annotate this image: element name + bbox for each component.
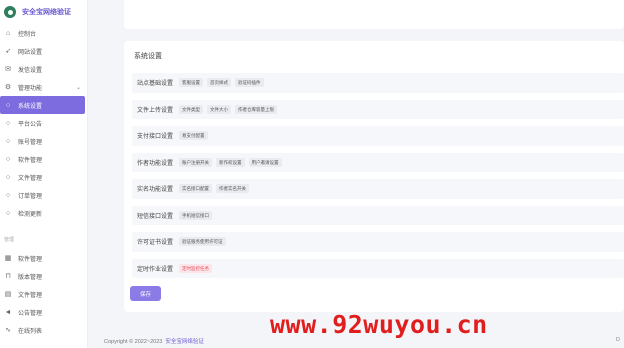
footer-copyright: Copyright © 2022~2023 bbox=[104, 339, 163, 345]
sidebar-item-label: 管理功能 bbox=[18, 85, 43, 92]
sidebar-item-software-manage[interactable]: ▦ 软件管理 bbox=[0, 249, 87, 267]
tag-button[interactable]: 首页样式 bbox=[207, 78, 232, 88]
sidebar-item-management[interactable]: ⚙ 管理功能 ⌄ bbox=[0, 78, 87, 96]
header-card bbox=[124, 0, 624, 29]
brand-name: 安全宝网络验证 bbox=[22, 9, 71, 16]
sidebar-subitem-accounts[interactable]: ○ 账号管理 bbox=[0, 132, 87, 150]
sidebar-item-label: 账号管理 bbox=[18, 139, 43, 146]
mail-icon: ✉ bbox=[5, 66, 11, 73]
circle-icon: ○ bbox=[5, 209, 11, 217]
watermark: www.92wuyou.cn bbox=[270, 310, 488, 339]
file-icon: ▤ bbox=[4, 291, 12, 298]
sidebar-group-label: 管理 bbox=[4, 237, 15, 243]
tag-button-danger[interactable]: 定时监控任务 bbox=[179, 263, 213, 273]
sidebar-subitem-files[interactable]: ○ 文件管理 bbox=[0, 168, 87, 186]
footer-link[interactable]: 安全宝网络验证 bbox=[165, 339, 204, 345]
tag-button[interactable]: 新作权设置 bbox=[216, 157, 245, 167]
row-title: 作者功能设置 bbox=[137, 160, 174, 167]
row-title: 许可证书设置 bbox=[137, 240, 174, 247]
settings-row-realname: 实名功能设置 实名接口配置 作者实名开关 bbox=[132, 179, 624, 199]
circle-icon: ○ bbox=[5, 137, 11, 145]
chevron-down-icon: ⌄ bbox=[75, 84, 81, 91]
row-title: 定时作业设置 bbox=[137, 266, 174, 273]
sidebar-item-label: 文件管理 bbox=[18, 175, 43, 182]
sidebar-item-file-manage[interactable]: ▤ 文件管理 bbox=[0, 285, 87, 303]
sidebar-subitem-announcements[interactable]: ○ 平台公告 bbox=[0, 114, 87, 132]
row-title: 短信接口设置 bbox=[137, 213, 174, 220]
sidebar-item-label: 版本管理 bbox=[18, 274, 43, 281]
settings-row-upload: 文件上传设置 文件类型 文件大小 作者仓库容量上限 bbox=[132, 99, 624, 119]
row-title: 实名功能设置 bbox=[137, 187, 174, 194]
sidebar-item-label: 公告管理 bbox=[18, 310, 43, 317]
tag-button[interactable]: 手机短信接口 bbox=[179, 210, 213, 220]
shield-logo-icon bbox=[4, 6, 16, 18]
sidebar-item-label: 软件管理 bbox=[18, 157, 43, 164]
tag-button[interactable]: 作者实名开关 bbox=[216, 184, 250, 194]
tag-button[interactable]: 作者仓库容量上限 bbox=[235, 104, 278, 114]
circle-icon: ○ bbox=[5, 119, 11, 127]
row-title: 文件上传设置 bbox=[137, 107, 174, 114]
sidebar-item-label: 文件管理 bbox=[18, 292, 43, 299]
circle-icon: ○ bbox=[5, 173, 11, 181]
sidebar-item-notice-manage[interactable]: ◄ 公告管理 bbox=[0, 303, 87, 321]
sidebar-item-label: 系统设置 bbox=[18, 103, 43, 110]
tag-button[interactable]: 用户邀请设置 bbox=[248, 157, 282, 167]
save-button[interactable]: 保存 bbox=[130, 286, 161, 301]
page-title: 系统设置 bbox=[134, 53, 162, 60]
settings-list: 站点基础设置 客服设置 首页样式 验证码插件 文件上传设置 文件类型 文件大小 … bbox=[132, 73, 624, 285]
sidebar-item-online-list[interactable]: ∿ 在线列表 bbox=[0, 321, 87, 339]
brand[interactable]: 安全宝网络验证 bbox=[0, 0, 87, 24]
tag-button[interactable]: 验证服务使用许可证 bbox=[179, 237, 226, 247]
grid-icon: ▦ bbox=[4, 255, 12, 262]
circle-icon: ○ bbox=[5, 191, 11, 199]
sidebar-item-mail-settings[interactable]: ✉ 发信设置 bbox=[0, 60, 87, 78]
sidebar-item-label: 发信设置 bbox=[18, 67, 43, 74]
footer-right: D bbox=[616, 337, 620, 343]
home-icon: ⌂ bbox=[5, 29, 11, 37]
tag-button[interactable]: 实名接口配置 bbox=[179, 184, 213, 194]
sidebar-item-label: 检测更新 bbox=[18, 211, 43, 218]
sidebar: 安全宝网络验证 ⌂ 控制台 ➶ 网站设置 ✉ 发信设置 ⚙ 管理功能 ⌄ ○ 系… bbox=[0, 0, 88, 348]
pulse-icon: ∿ bbox=[5, 327, 11, 334]
sidebar-item-site-settings[interactable]: ➶ 网站设置 bbox=[0, 42, 87, 60]
settings-row-payment: 支付接口设置 易支付配置 bbox=[132, 126, 624, 146]
sidebar-item-label: 控制台 bbox=[18, 31, 37, 38]
sidebar-item-label: 软件管理 bbox=[18, 256, 43, 263]
sidebar-item-label: 网站设置 bbox=[18, 49, 43, 56]
megaphone-icon: ◄ bbox=[4, 308, 12, 316]
sidebar-item-dashboard[interactable]: ⌂ 控制台 bbox=[0, 24, 87, 42]
sidebar-subitem-orders[interactable]: ○ 订单管理 bbox=[0, 186, 87, 204]
sidebar-subitem-system-settings[interactable]: ○ 系统设置 bbox=[0, 96, 85, 114]
tag-button[interactable]: 文件大小 bbox=[207, 104, 232, 114]
footer: Copyright © 2022~2023 安全宝网络验证 bbox=[104, 337, 204, 345]
settings-row-cron: 定时作业设置 定时监控任务 bbox=[132, 258, 624, 278]
rocket-icon: ➶ bbox=[5, 48, 11, 55]
bookmark-icon: ⊓ bbox=[5, 273, 11, 280]
circle-icon: ○ bbox=[5, 155, 11, 163]
settings-row-site: 站点基础设置 客服设置 首页样式 验证码插件 bbox=[132, 73, 624, 93]
sidebar-subitem-software[interactable]: ○ 软件管理 bbox=[0, 150, 87, 168]
settings-row-sms: 短信接口设置 手机短信接口 bbox=[132, 205, 624, 225]
sidebar-item-label: 在线列表 bbox=[18, 328, 43, 335]
tag-button[interactable]: 账户注册开关 bbox=[179, 157, 213, 167]
row-title: 支付接口设置 bbox=[137, 134, 174, 141]
settings-row-license: 许可证书设置 验证服务使用许可证 bbox=[132, 232, 624, 252]
circle-icon: ○ bbox=[5, 101, 11, 109]
row-title: 站点基础设置 bbox=[137, 81, 174, 88]
settings-card: 系统设置 站点基础设置 客服设置 首页样式 验证码插件 文件上传设置 文件类型 … bbox=[124, 41, 624, 312]
sidebar-item-label: 平台公告 bbox=[18, 121, 43, 128]
tag-button[interactable]: 客服设置 bbox=[179, 78, 204, 88]
sidebar-item-version-manage[interactable]: ⊓ 版本管理 bbox=[0, 267, 87, 285]
sidebar-item-label: 订单管理 bbox=[18, 193, 43, 200]
tag-button[interactable]: 易支付配置 bbox=[179, 131, 208, 141]
sidebar-subitem-updates[interactable]: ○ 检测更新 bbox=[0, 204, 87, 222]
tag-button[interactable]: 文件类型 bbox=[179, 104, 204, 114]
gear-icon: ⚙ bbox=[4, 84, 12, 91]
settings-row-author: 作者功能设置 账户注册开关 新作权设置 用户邀请设置 bbox=[132, 152, 624, 172]
tag-button[interactable]: 验证码插件 bbox=[235, 78, 264, 88]
